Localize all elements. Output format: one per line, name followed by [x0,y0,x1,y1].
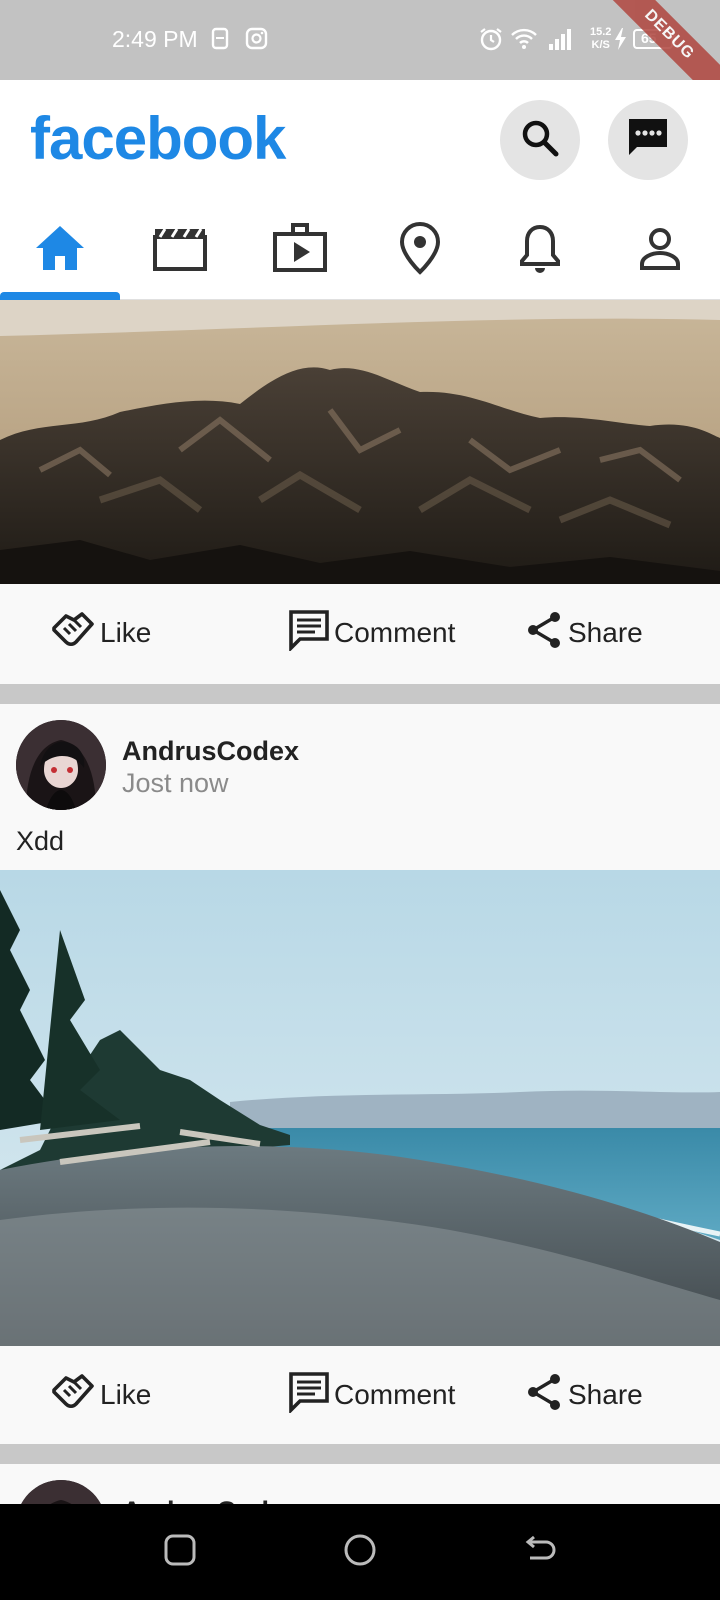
recent-apps-icon [163,1533,197,1572]
home-circle-icon [343,1533,377,1572]
back-button[interactable] [520,1532,560,1572]
share-label: Share [568,617,643,648]
location-pin-icon [397,220,443,281]
recent-apps-button[interactable] [160,1532,200,1572]
share-label: Share [568,1379,643,1410]
profile-icon [636,224,684,277]
author-name[interactable]: AndrusCodex [122,736,299,767]
post-actions: Like Comment Share [0,1346,720,1444]
tab-home[interactable] [0,200,120,300]
home-icon [33,223,87,278]
comment-label: Comment [334,1379,456,1410]
tab-bar [0,200,720,300]
tab-profile[interactable] [600,200,720,300]
back-icon [523,1533,557,1572]
news-feed[interactable]: Like Comment Share AndrusCodex Jost now … [0,300,720,1504]
net-speed: 15.2 K/S [590,26,611,52]
tab-movies[interactable] [120,200,240,300]
search-icon [518,116,562,165]
handshake-icon [50,608,100,659]
wifi-icon [510,26,538,57]
movie-clapper-icon [151,223,209,278]
search-button[interactable] [500,100,580,180]
video-play-icon [271,222,329,279]
comment-button[interactable]: Comment [288,1346,455,1444]
net-speed-value: 15.2 [590,26,612,38]
like-button[interactable]: Like [50,584,151,682]
post-actions: Like Comment Share [0,584,720,682]
tab-watch[interactable] [240,200,360,300]
net-speed-unit: K/S [591,39,610,51]
active-tab-indicator [0,292,120,300]
app-title: facebook [30,105,286,172]
comment-button[interactable]: Comment [288,584,455,682]
system-nav-bar [0,1504,720,1600]
charging-icon [612,26,628,57]
sim-icon [210,26,232,57]
tab-notifications[interactable] [480,200,600,300]
alarm-icon [478,26,504,57]
avatar[interactable] [16,720,106,810]
avatar[interactable] [16,1480,106,1504]
share-button[interactable]: Share [524,1346,643,1444]
post-timestamp: Jost now [122,768,229,798]
post-header: AndrusCodex [16,1480,706,1504]
like-button[interactable]: Like [50,1346,151,1444]
messenger-icon [625,115,671,166]
app-bar: facebook [0,80,720,200]
comment-label: Comment [334,617,456,648]
like-label: Like [100,1379,152,1410]
home-nav-button[interactable] [340,1532,380,1572]
author-name[interactable]: AndrusCodex [122,1496,299,1504]
post-card: AndrusCodex Jost now Xdd Like Comment Sh… [0,704,720,1444]
comment-icon [288,609,334,658]
share-icon [524,609,568,658]
messenger-button[interactable] [608,100,688,180]
share-icon [524,1371,568,1420]
status-time: 2:49 PM [112,26,198,52]
status-bar: 2:49 PM 15.2 K/S 65 DEBUG [0,0,720,113]
post-card: AndrusCodex [0,1464,720,1504]
post-header: AndrusCodex Jost now [16,720,706,810]
bell-icon [517,221,563,280]
like-label: Like [100,617,152,648]
share-button[interactable]: Share [524,584,643,682]
post-text: Xdd [16,826,65,856]
tab-places[interactable] [360,200,480,300]
post-photo[interactable] [0,300,720,584]
comment-icon [288,1371,334,1420]
signal-icon [548,26,574,57]
post-photo[interactable] [0,870,720,1346]
handshake-icon [50,1370,100,1421]
instagram-icon [245,26,269,57]
post-card: Like Comment Share [0,300,720,684]
